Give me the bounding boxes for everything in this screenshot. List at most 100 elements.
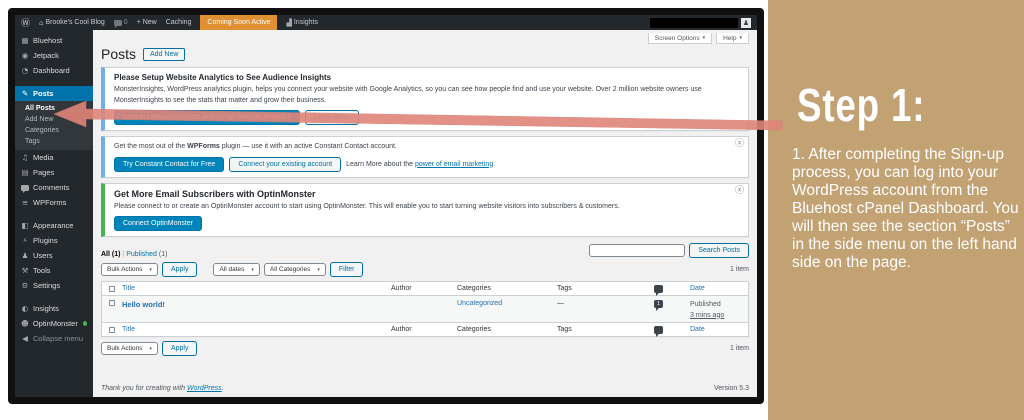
sidebar-label: Dashboard bbox=[33, 66, 70, 75]
bulk-actions-select[interactable]: Bulk Actions ▾ bbox=[101, 342, 158, 355]
coming-soon-active-button[interactable]: Coming Soon Active bbox=[200, 15, 277, 30]
sidebar-item-posts[interactable]: ✎ Posts bbox=[15, 86, 93, 101]
tags-value: — bbox=[557, 300, 654, 307]
connect-optinmonster-button[interactable]: Connect OptinMonster bbox=[114, 216, 202, 231]
avatar: ♟ bbox=[741, 18, 751, 28]
sidebar-collapse-menu[interactable]: ◀ Collapse menu bbox=[15, 331, 93, 346]
insights-menu[interactable]: ▟ Insights bbox=[286, 19, 318, 27]
sidebar-item-dashboard[interactable]: ◔ Dashboard bbox=[15, 63, 93, 78]
submenu-add-new[interactable]: Add New bbox=[15, 114, 93, 125]
post-title-link[interactable]: Hello world! bbox=[122, 300, 165, 309]
wordpress-link[interactable]: WordPress bbox=[187, 385, 222, 392]
sidebar-item-insights[interactable]: ◐ Insights bbox=[15, 301, 93, 316]
select-all-checkbox[interactable] bbox=[109, 286, 115, 292]
row-checkbox[interactable] bbox=[109, 300, 115, 306]
optinmonster-icon: ☻ bbox=[21, 319, 29, 328]
add-new-button[interactable]: Add New bbox=[143, 48, 185, 61]
select-all-checkbox[interactable] bbox=[109, 327, 115, 333]
comments-column-icon[interactable] bbox=[654, 326, 663, 334]
search-input[interactable] bbox=[589, 244, 685, 257]
gear-icon: ⚙ bbox=[21, 281, 29, 290]
column-date[interactable]: Date bbox=[690, 285, 748, 292]
sidebar-item-settings[interactable]: ⚙ Settings bbox=[15, 278, 93, 293]
sidebar-item-appearance[interactable]: ◧ Appearance bbox=[15, 218, 93, 233]
pushpin-icon: ✎ bbox=[21, 89, 29, 98]
all-categories-select[interactable]: All Categories ▾ bbox=[264, 263, 326, 276]
appearance-brush-icon: ◧ bbox=[21, 221, 29, 230]
connect-monsterinsights-button[interactable]: Connect MonsterInsights and Setup Websit… bbox=[114, 110, 300, 125]
page-heading-row: Posts Add New bbox=[101, 46, 749, 62]
site-name-menu[interactable]: ⌂ Brooke's Cool Blog bbox=[39, 19, 105, 27]
notice-title: Please Setup Website Analytics to See Au… bbox=[114, 73, 739, 82]
sidebar-item-media[interactable]: ♫ Media bbox=[15, 150, 93, 165]
plugin-icon: ⚡ bbox=[21, 236, 29, 245]
dismiss-icon[interactable]: ⓧ bbox=[735, 140, 744, 149]
sidebar-item-bluehost[interactable]: ▦ Bluehost bbox=[15, 33, 93, 48]
sidebar-item-tools[interactable]: ⚒ Tools bbox=[15, 263, 93, 278]
posts-submenu: All Posts Add New Categories Tags bbox=[15, 101, 93, 150]
sidebar-label: Media bbox=[33, 153, 53, 162]
all-dates-select[interactable]: All dates ▾ bbox=[213, 263, 259, 276]
learn-more-text: Learn More about the bbox=[346, 161, 415, 168]
chevron-down-icon: ▾ bbox=[703, 35, 706, 41]
view-published-link[interactable]: Published (1) bbox=[126, 251, 167, 258]
table-header-row: Title Author Categories Tags Date bbox=[102, 282, 748, 296]
new-menu[interactable]: + New bbox=[137, 19, 157, 26]
tablenav-top: Bulk Actions ▾ Apply All dates ▾ All Cat… bbox=[101, 262, 749, 277]
wpforms-bold: WPForms bbox=[187, 143, 220, 150]
speech-bubble-icon bbox=[21, 185, 29, 191]
sidebar-item-plugins[interactable]: ⚡ Plugins bbox=[15, 233, 93, 248]
submenu-all-posts[interactable]: All Posts bbox=[15, 103, 93, 114]
grid-icon: ▦ bbox=[21, 36, 29, 45]
dismiss-icon[interactable]: ⓧ bbox=[735, 187, 744, 196]
sidebar-label: Settings bbox=[33, 281, 60, 290]
comments-menu[interactable]: 0 bbox=[114, 19, 128, 26]
apply-button[interactable]: Apply bbox=[162, 341, 198, 356]
views-search-row: All (1) | Published (1) Search Posts bbox=[101, 243, 749, 258]
user-icon: ♟ bbox=[743, 19, 749, 27]
sidebar-item-jetpack[interactable]: ◉ Jetpack bbox=[15, 48, 93, 63]
constant-contact-notice: ⓧ Get the most out of the WPForms plugin… bbox=[101, 136, 749, 178]
filter-button[interactable]: Filter bbox=[330, 262, 364, 277]
screen-options-button[interactable]: Screen Options ▾ bbox=[648, 33, 712, 44]
form-icon: ≡ bbox=[21, 198, 29, 207]
sidebar-label: Tools bbox=[33, 266, 51, 275]
collapse-arrow-icon: ◀ bbox=[21, 334, 29, 343]
column-date[interactable]: Date bbox=[690, 326, 748, 333]
learn-more-button[interactable]: Learn More bbox=[305, 110, 359, 125]
help-button[interactable]: Help ▾ bbox=[716, 33, 749, 44]
sidebar-item-users[interactable]: ♟ Users bbox=[15, 248, 93, 263]
notice-body: MonsterInsights, WordPress analytics plu… bbox=[114, 85, 739, 106]
comment-count-bubble[interactable]: 1 bbox=[654, 300, 663, 308]
bulk-actions-select[interactable]: Bulk Actions ▾ bbox=[101, 263, 158, 276]
column-tags: Tags bbox=[557, 326, 654, 333]
sidebar-item-optinmonster[interactable]: ☻ OptinMonster bbox=[15, 316, 93, 331]
dashboard-gauge-icon: ◔ bbox=[21, 66, 29, 75]
screen-meta-row: Screen Options ▾ Help ▾ bbox=[101, 33, 749, 44]
sidebar-item-pages[interactable]: ▤ Pages bbox=[15, 165, 93, 180]
sidebar-label: OptinMonster bbox=[33, 319, 78, 328]
email-marketing-link[interactable]: power of email marketing bbox=[415, 161, 493, 168]
column-title[interactable]: Title bbox=[122, 285, 391, 292]
apply-button[interactable]: Apply bbox=[162, 262, 198, 277]
column-title[interactable]: Title bbox=[122, 326, 391, 333]
sidebar-item-comments[interactable]: Comments bbox=[15, 180, 93, 195]
comments-column-icon[interactable] bbox=[654, 285, 663, 293]
jetpack-icon: ◉ bbox=[21, 51, 29, 60]
search-posts-button[interactable]: Search Posts bbox=[689, 243, 749, 258]
column-tags: Tags bbox=[557, 285, 654, 292]
caching-menu[interactable]: Caching bbox=[166, 19, 192, 26]
connect-existing-account-button[interactable]: Connect your existing account bbox=[229, 157, 341, 172]
sidebar-item-wpforms[interactable]: ≡ WPForms bbox=[15, 195, 93, 210]
sidebar-label: Users bbox=[33, 251, 53, 260]
submenu-tags[interactable]: Tags bbox=[15, 136, 93, 147]
account-menu[interactable]: ♟ bbox=[650, 18, 751, 28]
view-all-link[interactable]: All (1) bbox=[101, 251, 120, 258]
wordpress-logo-icon[interactable]: Ⓦ bbox=[21, 16, 30, 29]
try-constant-contact-button[interactable]: Try Constant Contact for Free bbox=[114, 157, 224, 172]
category-link[interactable]: Uncategorized bbox=[457, 300, 502, 307]
notice-text: plugin — use it with an active Constant … bbox=[220, 143, 397, 150]
sidebar-label: Appearance bbox=[33, 221, 73, 230]
sidebar-label: Bluehost bbox=[33, 36, 62, 45]
submenu-categories[interactable]: Categories bbox=[15, 125, 93, 136]
